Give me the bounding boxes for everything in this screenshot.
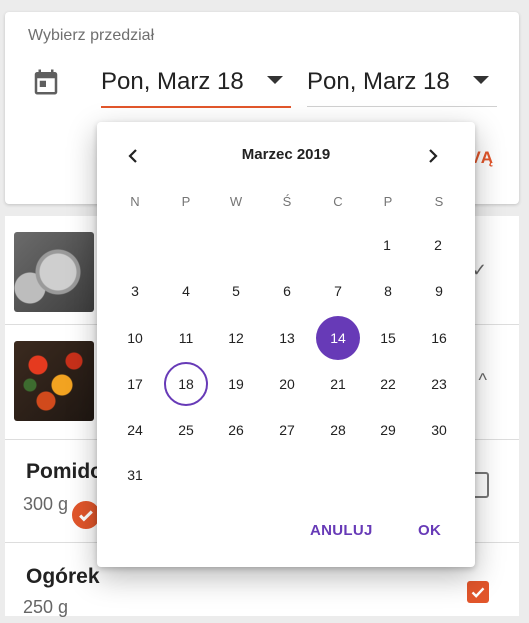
day-cell[interactable]: 31 xyxy=(113,453,157,497)
end-date-dropdown[interactable]: Pon, Marz 18 xyxy=(307,62,497,107)
day-cell[interactable]: 8 xyxy=(366,269,410,313)
day-cell[interactable]: 22 xyxy=(366,362,410,406)
range-label: Wybierz przedział xyxy=(28,27,155,44)
day-cell[interactable]: 10 xyxy=(113,316,157,360)
weekday-label: S xyxy=(434,194,444,209)
month-year-label: Marzec 2019 xyxy=(241,146,331,163)
weekday-label: P xyxy=(383,194,393,209)
day-cell[interactable]: 23 xyxy=(417,362,461,406)
day-cell[interactable]: 16 xyxy=(417,316,461,360)
day-cell[interactable]: 12 xyxy=(214,316,258,360)
day-cell[interactable]: 28 xyxy=(316,408,360,452)
weekday-label: Ś xyxy=(282,194,292,209)
day-cell[interactable]: 26 xyxy=(214,408,258,452)
day-cell-today[interactable]: 18 xyxy=(164,362,208,406)
day-cell[interactable]: 24 xyxy=(113,408,157,452)
ok-button[interactable]: OK xyxy=(418,522,441,539)
day-cell-selected[interactable]: 14 xyxy=(316,316,360,360)
dropdown-arrow-icon xyxy=(267,76,283,84)
product-name: Pomido xyxy=(26,460,103,483)
weekday-label: N xyxy=(130,194,140,209)
weekday-label: C xyxy=(333,194,343,209)
day-cell[interactable]: 6 xyxy=(265,269,309,313)
product-quantity: 300 g xyxy=(23,494,69,514)
day-cell[interactable]: 3 xyxy=(113,269,157,313)
calendar-icon xyxy=(34,69,58,95)
day-cell[interactable]: 17 xyxy=(113,362,157,406)
cancel-button[interactable]: ANULUJ xyxy=(310,522,373,539)
day-cell[interactable]: 1 xyxy=(365,223,409,267)
start-date-dropdown[interactable]: Pon, Marz 18 xyxy=(101,62,291,108)
day-cell[interactable]: 21 xyxy=(316,362,360,406)
product-checkbox-checked[interactable] xyxy=(467,581,489,603)
day-cell[interactable]: 4 xyxy=(164,269,208,313)
day-cell[interactable]: 25 xyxy=(164,408,208,452)
chevron-right-icon xyxy=(429,149,438,163)
day-cell[interactable]: 2 xyxy=(416,223,460,267)
day-cell[interactable]: 27 xyxy=(265,408,309,452)
product-quantity: 250 g xyxy=(23,597,69,617)
weekday-label: W xyxy=(229,194,243,209)
day-cell[interactable]: 20 xyxy=(265,362,309,406)
chevron-up-icon[interactable]: ^ xyxy=(479,370,487,391)
day-cell[interactable]: 9 xyxy=(417,269,461,313)
dropdown-arrow-icon xyxy=(473,76,489,84)
day-cell[interactable]: 13 xyxy=(265,316,309,360)
start-date-text: Pon, Marz 18 xyxy=(101,68,244,95)
weekday-label: P xyxy=(181,194,191,209)
next-month-button[interactable] xyxy=(421,144,451,168)
day-cell[interactable]: 30 xyxy=(417,408,461,452)
day-cell[interactable]: 11 xyxy=(164,316,208,360)
date-picker-dialog: Marzec 2019 N P W Ś C P S 1 2 3 4 5 6 7 … xyxy=(97,122,475,567)
vegetables-thumbnail xyxy=(14,341,94,421)
day-cell[interactable]: 5 xyxy=(214,269,258,313)
day-cell[interactable]: 19 xyxy=(214,362,258,406)
orange-thumbnail xyxy=(14,232,94,312)
end-date-text: Pon, Marz 18 xyxy=(307,68,450,95)
day-cell[interactable]: 29 xyxy=(366,408,410,452)
product-name: Ogórek xyxy=(26,565,100,588)
day-cell[interactable]: 15 xyxy=(366,316,410,360)
day-cell[interactable]: 7 xyxy=(316,269,360,313)
